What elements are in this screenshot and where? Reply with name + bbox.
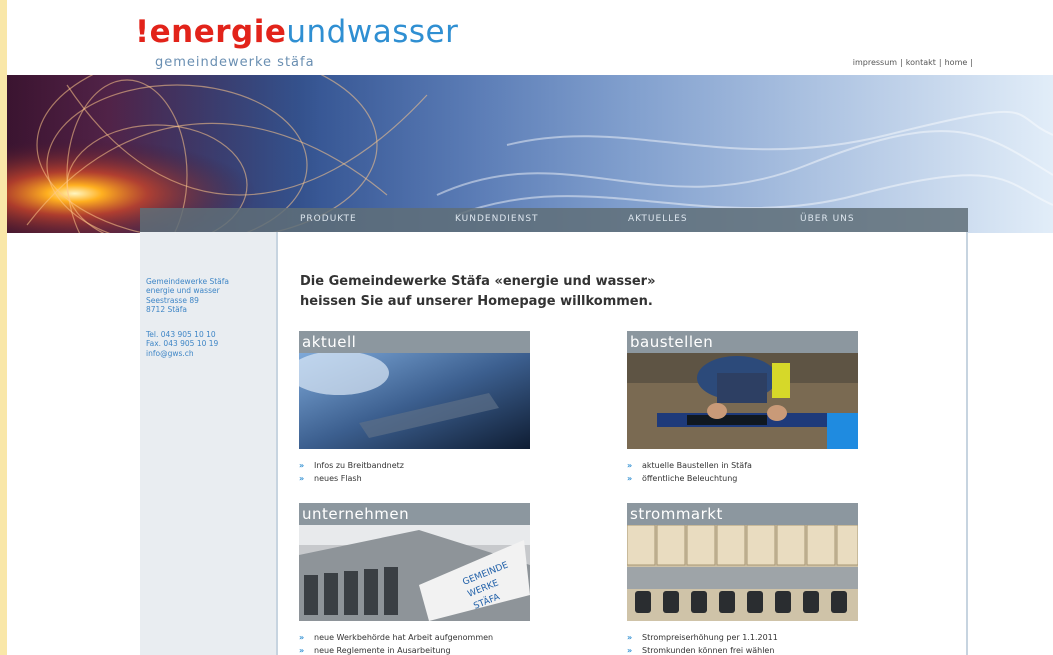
link-beleuchtung[interactable]: » öffentliche Beleuchtung xyxy=(627,472,858,485)
contact-city: 8712 Stäfa xyxy=(146,304,188,314)
left-accent-stripe xyxy=(0,0,7,655)
strommarkt-image[interactable] xyxy=(627,525,858,621)
link-label: neue Werkbehörde hat Arbeit aufgenommen xyxy=(314,633,494,642)
headline-line-2: heissen Sie auf unserer Homepage willkom… xyxy=(300,294,653,309)
logo-und: und xyxy=(286,14,347,50)
arrow-icon: » xyxy=(299,646,305,655)
headline-line-1: Die Gemeindewerke Stäfa «energie und was… xyxy=(300,274,656,289)
arrow-icon: » xyxy=(299,474,305,483)
link-label: aktuelle Baustellen in Stäfa xyxy=(642,461,752,470)
arrow-icon: » xyxy=(627,633,633,642)
link-breitbandnetz[interactable]: » Infos zu Breitbandnetz xyxy=(299,459,530,472)
logo-exclamation: ! xyxy=(135,14,150,50)
link-label: neue Reglemente in Ausarbeitung xyxy=(314,646,451,655)
nav-kundendienst[interactable]: Kundendienst xyxy=(455,214,539,224)
utility-nav: impressum | kontakt | home | xyxy=(850,58,973,67)
box-strommarkt: strommarkt » Strompreiserhöhung per 1.1.… xyxy=(627,503,858,655)
site-logo[interactable]: !energieundwasser gemeindewerke stäfa xyxy=(135,12,458,72)
unternehmen-links: » neue Werkbehörde hat Arbeit aufgenommen… xyxy=(299,631,530,655)
contact-email-link[interactable]: info@gws.ch xyxy=(146,349,229,358)
logo-energie: energie xyxy=(149,14,287,50)
impressum-link[interactable]: impressum xyxy=(850,58,900,67)
box-title-aktuell[interactable]: aktuell xyxy=(299,331,530,353)
unternehmen-image[interactable]: GEMEINDE WERKE STÄFA xyxy=(299,525,530,621)
arrow-icon: » xyxy=(299,633,305,642)
aktuell-image[interactable] xyxy=(299,353,530,449)
link-label: Stromkunden können frei wählen xyxy=(642,646,775,655)
arrow-icon: » xyxy=(627,461,633,470)
box-title-baustellen[interactable]: baustellen xyxy=(627,331,858,353)
arrow-icon: » xyxy=(627,646,633,655)
nav-aktuelles[interactable]: Aktuelles xyxy=(628,214,688,224)
contact-street: Seestrasse 89 xyxy=(146,295,199,305)
kontakt-link[interactable]: kontakt xyxy=(903,58,939,67)
contact-phone: Tel. 043 905 10 10 xyxy=(146,330,216,340)
box-aktuell: aktuell » Infos zu Breitbandnetz » neues F… xyxy=(299,331,530,485)
link-stromkunden[interactable]: » Stromkunden können frei wählen xyxy=(627,644,858,655)
arrow-icon: » xyxy=(299,461,305,470)
box-title-strommarkt[interactable]: strommarkt xyxy=(627,503,858,525)
nav-produkte[interactable]: Produkte xyxy=(300,214,357,224)
link-strompreis[interactable]: » Strompreiserhöhung per 1.1.2011 xyxy=(627,631,858,644)
link-neues-flash[interactable]: » neues Flash xyxy=(299,472,530,485)
arrow-icon: » xyxy=(627,474,633,483)
logo-wordmark: !energieundwasser xyxy=(135,12,458,52)
link-werkbehoerde[interactable]: » neue Werkbehörde hat Arbeit aufgenommen xyxy=(299,631,530,644)
contact-fax: Fax. 043 905 10 19 xyxy=(146,339,219,349)
link-label: neues Flash xyxy=(314,474,362,483)
strommarkt-links: » Strompreiserhöhung per 1.1.2011 » Stromk… xyxy=(627,631,858,655)
link-label: Strompreiserhöhung per 1.1.2011 xyxy=(642,633,778,642)
main-nav: Produkte Kundendienst Aktuelles Über uns xyxy=(140,208,968,232)
contact-tagline: energie und wasser xyxy=(146,286,220,296)
box-baustellen: baustellen » aktuelle Baustellen in Stäfa… xyxy=(627,331,858,485)
link-reglemente[interactable]: » neue Reglemente in Ausarbeitung xyxy=(299,644,530,655)
box-title-unternehmen[interactable]: unternehmen xyxy=(299,503,530,525)
logo-subtitle: gemeindewerke stäfa xyxy=(155,55,315,70)
box-unternehmen: unternehmen GEMEINDE WERKE STÄFA » neue W… xyxy=(299,503,530,655)
link-label: Infos zu Breitbandnetz xyxy=(314,461,405,470)
contact-block: Gemeindewerke Stäfa energie und wasser S… xyxy=(146,277,229,358)
link-aktuelle-baustellen[interactable]: » aktuelle Baustellen in Stäfa xyxy=(627,459,858,472)
baustellen-image[interactable] xyxy=(627,353,858,449)
home-link[interactable]: home xyxy=(942,58,971,67)
aktuell-links: » Infos zu Breitbandnetz » neues Flash xyxy=(299,459,530,485)
baustellen-links: » aktuelle Baustellen in Stäfa » öffentlic… xyxy=(627,459,858,485)
logo-wasser: wasser xyxy=(346,14,459,50)
contact-company: Gemeindewerke Stäfa xyxy=(146,277,229,286)
nav-ueber-uns[interactable]: Über uns xyxy=(800,214,855,224)
link-label: öffentliche Beleuchtung xyxy=(642,474,738,483)
page-headline: Die Gemeindewerke Stäfa «energie und was… xyxy=(300,272,655,312)
